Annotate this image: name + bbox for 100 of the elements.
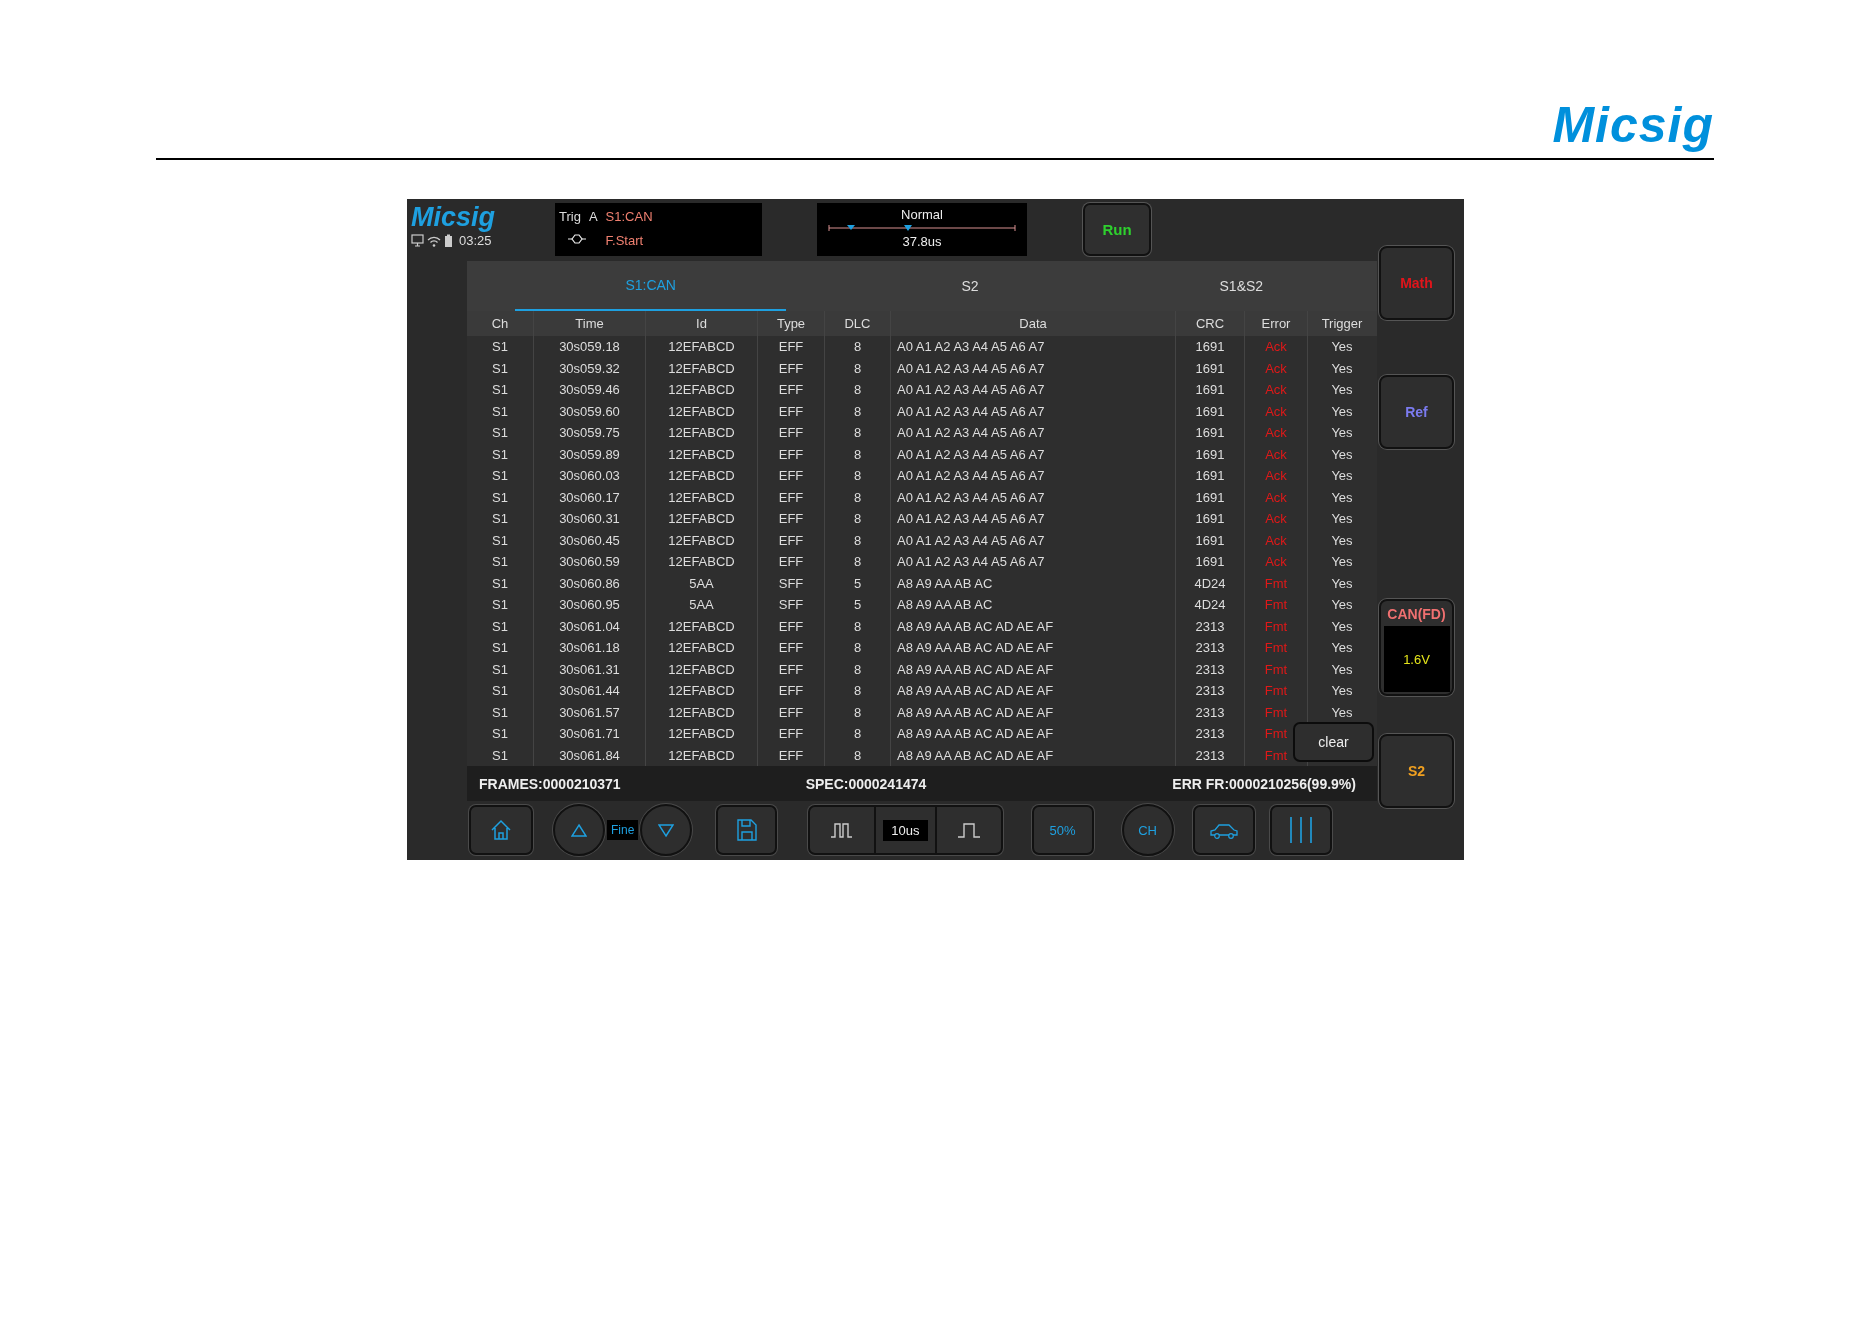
table-cell: S1: [467, 701, 534, 723]
run-button[interactable]: Run: [1083, 203, 1151, 256]
table-cell: 12EFABCD: [646, 422, 758, 444]
table-cell-text: Yes: [1330, 424, 1354, 442]
spec-count: SPEC:0000241474: [805, 775, 927, 792]
side-button[interactable]: Ref: [1379, 375, 1454, 449]
table-cell: 8: [825, 529, 891, 551]
table-cell: 1691: [1176, 529, 1245, 551]
error-frame-count: ERR FR:0000210256(99.9%): [1172, 775, 1356, 792]
table-cell-text: Yes: [1330, 617, 1354, 636]
table-cell-text: Yes: [1330, 510, 1354, 528]
tab[interactable]: S2: [834, 261, 1106, 311]
tab[interactable]: S1&S2: [1105, 261, 1377, 311]
table-cell: A0 A1 A2 A3 A4 A5 A6 A7: [891, 422, 1176, 444]
table-cell: S1: [467, 680, 534, 702]
table-cell: EFF: [758, 723, 825, 745]
table-cell: S1: [467, 658, 534, 680]
table-cell: 30s061.31: [534, 658, 646, 680]
table-cell: 30s061.18: [534, 637, 646, 659]
table-cell: 1691: [1176, 336, 1245, 358]
table-cell: A8 A9 AA AB AC AD AE AF: [891, 615, 1176, 637]
table-cell: 30s059.60: [534, 400, 646, 422]
trigger-position: 37.8us: [902, 234, 942, 249]
table-cell: EFF: [758, 637, 825, 659]
table-cell: 8: [825, 465, 891, 487]
table-cell: EFF: [758, 615, 825, 637]
table-cell-text: Yes: [1330, 402, 1354, 421]
table-cell: 12EFABCD: [646, 336, 758, 358]
table-cell: 12EFABCD: [646, 400, 758, 422]
table-cell: Ack: [1245, 508, 1308, 530]
table-cell: EFF: [758, 379, 825, 401]
table-cell: 5AA: [646, 572, 758, 594]
table-cell: A8 A9 AA AB AC AD AE AF: [891, 637, 1176, 659]
pulse-icon: [830, 821, 855, 839]
table-cell: 8: [825, 379, 891, 401]
column-header: Data: [891, 311, 1176, 336]
table-cell: 30s059.89: [534, 443, 646, 465]
trigger-channel: A: [588, 209, 598, 226]
frames-count: FRAMES:0000210371: [479, 775, 621, 792]
table-cell: 8: [825, 701, 891, 723]
table-cell: 4D24: [1176, 594, 1245, 616]
table-cell: Ack: [1245, 443, 1308, 465]
table-cell: S1: [467, 400, 534, 422]
table-cell-text: Yes: [1330, 574, 1354, 593]
table-cell-text: Yes: [1330, 596, 1354, 614]
table-cell: 8: [825, 422, 891, 444]
table-cell: 2313: [1176, 701, 1245, 723]
table-cell: 12EFABCD: [646, 680, 758, 702]
save-button[interactable]: [716, 805, 778, 855]
table-cell: A8 A9 AA AB AC AD AE AF: [891, 658, 1176, 680]
table-cell: 12EFABCD: [646, 443, 758, 465]
table-cell: 12EFABCD: [646, 379, 758, 401]
table-cell: Ack: [1245, 422, 1308, 444]
table-cell: Ack: [1245, 486, 1308, 508]
cursor-button[interactable]: [1269, 805, 1332, 855]
table-cell: 30s060.45: [534, 529, 646, 551]
table-cell: SFF: [758, 594, 825, 616]
table-cell: S1: [467, 336, 534, 358]
table-cell: EFF: [758, 443, 825, 465]
column-header: Error: [1245, 311, 1308, 336]
channel-button[interactable]: CAN(FD) 1.6V: [1379, 599, 1454, 696]
table-cell: Ack: [1245, 379, 1308, 401]
table-cell: A8 A9 AA AB AC AD AE AF: [891, 701, 1176, 723]
table-cell: EFF: [758, 486, 825, 508]
monitor-icon: [411, 234, 424, 247]
table-cell: S1: [467, 594, 534, 616]
three-lines-icon: [1287, 816, 1314, 844]
clear-button[interactable]: clear: [1293, 722, 1374, 762]
car-button[interactable]: [1192, 805, 1255, 855]
table-cell: 12EFABCD: [646, 508, 758, 530]
table-cell: 2313: [1176, 637, 1245, 659]
table-cell: Fmt: [1245, 680, 1308, 702]
table-cell: A0 A1 A2 A3 A4 A5 A6 A7: [891, 400, 1176, 422]
home-button[interactable]: [469, 805, 533, 855]
table-cell: 30s059.46: [534, 379, 646, 401]
table-cell-text: Yes: [1330, 467, 1354, 485]
up-button[interactable]: [553, 804, 605, 856]
table-cell: 8: [825, 658, 891, 680]
channel-button[interactable]: CH: [1121, 804, 1174, 856]
clock-time: 03:25: [459, 233, 492, 248]
edge-icon: [567, 232, 587, 245]
table-cell: EFF: [758, 336, 825, 358]
up-triangle-icon: [571, 822, 587, 838]
table-cell: Ack: [1245, 336, 1308, 358]
table-cell: Fmt: [1245, 572, 1308, 594]
table-cell: EFF: [758, 357, 825, 379]
down-button[interactable]: [640, 804, 693, 856]
table-cell: 5: [825, 572, 891, 594]
table-cell: S1: [467, 551, 534, 573]
table-cell: EFF: [758, 551, 825, 573]
table-cell: EFF: [758, 658, 825, 680]
table-cell-text: Yes: [1330, 381, 1354, 399]
table-cell: A0 A1 A2 A3 A4 A5 A6 A7: [891, 443, 1176, 465]
scope-logo: Micsig: [411, 203, 496, 231]
table-cell: A0 A1 A2 A3 A4 A5 A6 A7: [891, 508, 1176, 530]
level-button[interactable]: 50%: [1031, 805, 1094, 855]
table-cell: 12EFABCD: [646, 357, 758, 379]
column-header: Trigger: [1320, 315, 1364, 333]
table-cell: 2313: [1176, 723, 1245, 745]
side-button[interactable]: S2: [1379, 734, 1454, 808]
